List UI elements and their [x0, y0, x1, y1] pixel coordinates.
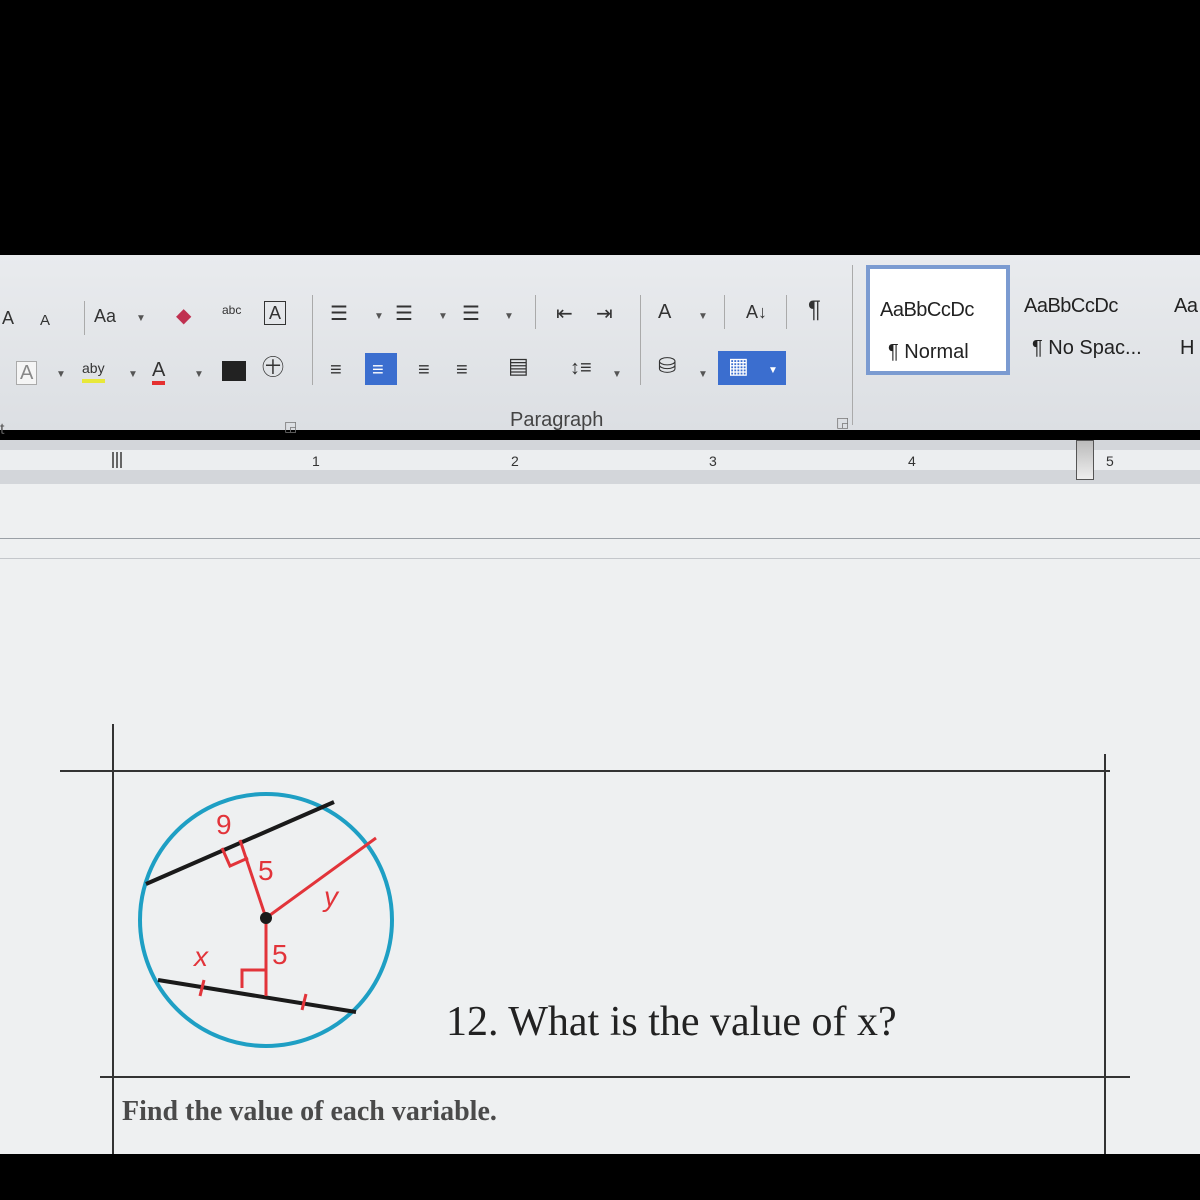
- chevron-down-icon[interactable]: ▼: [698, 311, 708, 322]
- style-name: ¶ No Spac...: [1032, 337, 1142, 359]
- chevron-down-icon[interactable]: ▼: [504, 311, 514, 322]
- style-heading[interactable]: Aa H: [1164, 265, 1200, 375]
- shading-icon[interactable]: [222, 361, 246, 381]
- chevron-down-icon[interactable]: ▼: [374, 311, 384, 322]
- table-row-divider: [100, 1076, 1130, 1078]
- grow-font-button[interactable]: A: [40, 310, 50, 332]
- label-5-bottom: 5: [272, 939, 288, 970]
- clear-format-button[interactable]: abc: [222, 299, 241, 321]
- chevron-down-icon: ▼: [768, 365, 778, 376]
- right-angle-mark: [240, 968, 266, 988]
- bottom-edge: [0, 1154, 1200, 1200]
- horizontal-ruler[interactable]: 1 2 3 4 5: [0, 440, 1200, 484]
- sort-button[interactable]: A↓: [746, 301, 767, 323]
- style-normal[interactable]: AaBbCcDc ¶ Normal: [866, 265, 1010, 375]
- align-left-icon[interactable]: ≡: [330, 359, 342, 381]
- ruler-number: 5: [1106, 453, 1114, 469]
- ruler-track: [0, 450, 1200, 470]
- table-border-top: [60, 770, 1110, 772]
- highlight-button[interactable]: aby: [82, 357, 105, 383]
- ruler-number: 1: [312, 453, 320, 469]
- asian-layout-icon[interactable]: A: [658, 301, 671, 323]
- text-effects-button[interactable]: A: [16, 361, 38, 385]
- ruler-indent-marker[interactable]: [112, 452, 124, 468]
- shrink-font-button[interactable]: A: [2, 307, 14, 329]
- document-page[interactable]: 9 5 5 y x 12. What is the value of x? Fi…: [0, 484, 1200, 1154]
- char-border-button[interactable]: A: [264, 301, 287, 325]
- separator: [786, 295, 787, 329]
- chord-bottom: [157, 978, 357, 1014]
- label-x: x: [192, 941, 209, 972]
- separator: [640, 295, 641, 385]
- chevron-down-icon[interactable]: ▼: [128, 369, 138, 380]
- separator: [84, 301, 85, 335]
- borders-icon: ▦: [728, 353, 749, 378]
- paragraph-group-label: Paragraph: [510, 409, 604, 431]
- center-point: [260, 912, 272, 924]
- paint-bucket-icon[interactable]: ⛁: [658, 355, 676, 377]
- style-no-spacing[interactable]: AaBbCcDc ¶ No Spac...: [1014, 265, 1164, 375]
- style-sample: AaBbCcDc: [880, 299, 974, 321]
- separator: [535, 295, 536, 329]
- instruction-text: Find the value of each variable.: [122, 1096, 497, 1127]
- style-sample: AaBbCcDc: [1024, 295, 1118, 317]
- justify-icon[interactable]: ≡: [456, 359, 468, 381]
- distributed-icon[interactable]: ▤: [508, 355, 529, 377]
- chevron-down-icon[interactable]: ▼: [438, 311, 448, 322]
- group-edge: t: [0, 421, 5, 438]
- chevron-down-icon[interactable]: ▼: [194, 369, 204, 380]
- table-border-left: [112, 724, 114, 1154]
- font-dialog-launcher-icon[interactable]: ◲: [284, 415, 297, 437]
- question-text: 12. What is the value of x?: [446, 999, 897, 1045]
- align-right-icon[interactable]: ≡: [418, 359, 430, 381]
- eraser-icon[interactable]: ◆: [176, 305, 191, 327]
- style-name: H: [1180, 337, 1195, 359]
- separator: [312, 295, 313, 385]
- ruler-number: 4: [908, 453, 916, 469]
- label-5-top: 5: [258, 855, 274, 886]
- tick-mark: [198, 979, 206, 997]
- align-center-icon: ≡: [372, 359, 384, 381]
- segment-y: [265, 836, 377, 920]
- decrease-indent-icon[interactable]: ⇤: [556, 303, 573, 325]
- enclose-char-icon[interactable]: ㊉: [262, 357, 284, 379]
- increase-indent-icon[interactable]: ⇥: [596, 303, 613, 325]
- separator: [724, 295, 725, 329]
- circle-chord-diagram: 9 5 5 y x: [138, 792, 394, 1048]
- line-spacing-icon[interactable]: ↕≡: [570, 357, 592, 379]
- bullets-icon[interactable]: ☰: [330, 303, 348, 325]
- paragraph-dialog-launcher-icon[interactable]: ◲: [836, 411, 849, 433]
- ruler-right-indent-marker[interactable]: [1076, 440, 1094, 480]
- chevron-down-icon[interactable]: ▼: [612, 369, 622, 380]
- change-case-button[interactable]: Aa: [94, 305, 116, 327]
- header-line: [0, 538, 1200, 539]
- style-name: ¶ Normal: [888, 341, 969, 363]
- tick-mark: [300, 993, 308, 1011]
- separator: [852, 265, 853, 425]
- multilevel-list-icon[interactable]: ☰: [462, 303, 480, 325]
- screen: { "ribbon": { "font_row1": {"shrink":"A"…: [0, 0, 1200, 1200]
- chevron-down-icon[interactable]: ▼: [136, 313, 146, 324]
- chevron-down-icon[interactable]: ▼: [56, 369, 66, 380]
- numbering-icon[interactable]: ☰: [395, 303, 413, 325]
- show-marks-button[interactable]: ¶: [808, 298, 821, 322]
- label-9: 9: [216, 809, 232, 840]
- chevron-down-icon[interactable]: ▼: [698, 369, 708, 380]
- ruler-number: 2: [511, 453, 519, 469]
- table-border-right: [1104, 754, 1106, 1154]
- ruler-number: 3: [709, 453, 717, 469]
- font-color-button[interactable]: A: [152, 359, 166, 385]
- label-y: y: [322, 881, 340, 912]
- style-sample: Aa: [1174, 295, 1198, 317]
- header-line: [0, 558, 1200, 559]
